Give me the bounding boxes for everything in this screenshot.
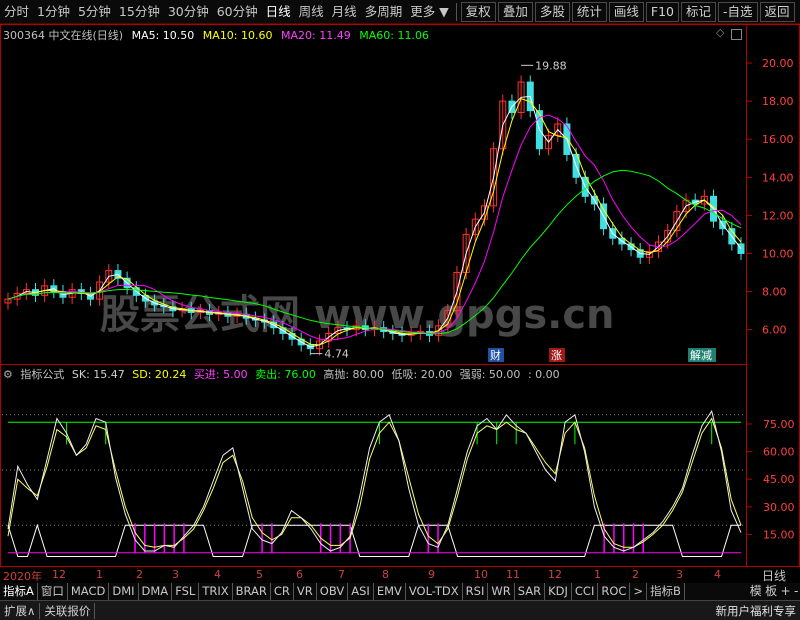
month-label: 2 [632, 568, 639, 581]
extra-readout: : 0.00 [527, 368, 560, 381]
indicator-tick-label: 60.00 [763, 446, 795, 459]
expand-button[interactable]: 扩展∧ [0, 602, 41, 619]
strength-band-line [7, 523, 741, 557]
tab-kdj-17[interactable]: KDJ [545, 583, 572, 600]
price-tick-label: 18.00 [762, 95, 794, 108]
month-label: 11 [506, 568, 520, 581]
window-box-icon[interactable] [731, 29, 742, 40]
sk-readout: SK: 15.47 [71, 368, 125, 381]
status-bar: 扩展∧ 关联报价 新用户福利专享 [0, 600, 800, 620]
tab-a-0[interactable]: 指标A [0, 583, 38, 600]
diamond-icon[interactable]: ◇ [716, 26, 724, 39]
strength-readout: 强弱: 50.00 [459, 368, 521, 381]
stock-title: 300364 中文在线(日线) [3, 29, 124, 42]
price-tick-label: 20.00 [762, 57, 794, 70]
month-label: 9 [428, 568, 435, 581]
high-readout: 高抛: 80.00 [323, 368, 385, 381]
tab-voltdx-13[interactable]: VOL-TDX [405, 583, 463, 600]
sell-signal-line [8, 421, 741, 445]
event-marker: 涨 [551, 349, 562, 362]
indicator-tick-label: 15.00 [763, 528, 795, 541]
zoom-controls: 模板 + - [748, 583, 800, 600]
tab-brar-7[interactable]: BRAR [232, 583, 271, 600]
tab-fsl-5[interactable]: FSL [172, 583, 200, 600]
tab--1[interactable]: 窗口 [37, 583, 68, 600]
tab-vr-9[interactable]: VR [293, 583, 317, 600]
related-quote-button[interactable]: 关联报价 [40, 602, 96, 619]
indicator-tabs: 指标A 窗口 MACD DMI DMA FSL TRIX BRAR CR VR OBV ASI EMV V… [0, 583, 800, 600]
event-marker: 财 [490, 348, 501, 362]
zoom-control-0[interactable]: 模 [750, 583, 762, 600]
month-label: 3 [676, 568, 683, 581]
month-label: 8 [382, 568, 389, 581]
month-label: 10 [474, 568, 488, 581]
buy-readout: 买进: 5.00 [193, 368, 248, 381]
tab-dma-4[interactable]: DMA [138, 583, 173, 600]
tab-macd-2[interactable]: MACD [67, 583, 110, 600]
month-label: 4 [214, 568, 221, 581]
month-label: 6 [296, 568, 303, 581]
month-label: 3 [172, 568, 179, 581]
month-label: 4 [714, 568, 721, 581]
tab-wr-15[interactable]: WR [488, 583, 515, 600]
year-label: 2020年 [3, 570, 42, 583]
price-tick-label: 6.00 [762, 324, 787, 337]
tab--20[interactable]: > [630, 583, 648, 600]
main-chart-header: 300364 中文在线(日线) MA5: 10.50 MA10: 10.60 M… [3, 27, 434, 43]
tab-roc-19[interactable]: ROC [598, 583, 631, 600]
price-tick-label: 14.00 [762, 171, 794, 184]
zoom-control-3[interactable]: - [794, 583, 798, 600]
tab-asi-11[interactable]: ASI [348, 583, 374, 600]
zoom-control-2[interactable]: + [781, 583, 791, 600]
period-label: 日线 [761, 569, 786, 583]
ma5-readout: MA5: 10.50 [131, 29, 195, 42]
month-label: 2 [136, 568, 143, 581]
month-label: 12 [52, 568, 66, 581]
zoom-control-1[interactable]: 板 [765, 583, 777, 600]
month-label: 12 [548, 568, 562, 581]
low-label: 4.74 [324, 348, 349, 361]
tab-sar-16[interactable]: SAR [514, 583, 546, 600]
sell-readout: 卖出: 76.00 [255, 368, 316, 381]
sd-line [7, 417, 742, 548]
tab-emv-12[interactable]: EMV [373, 583, 406, 600]
indicator-tick-label: 45.00 [763, 473, 795, 486]
month-label: 7 [338, 568, 345, 581]
tab-cci-18[interactable]: CCI [571, 583, 599, 600]
event-marker: 解减 [690, 348, 712, 362]
indicator-header: ⚙ 指标公式 SK: 15.47 SD: 20.24 买进: 5.00 卖出: … [3, 366, 564, 382]
indicator-tick-label: 75.00 [763, 418, 795, 431]
ma10-readout: MA10: 10.60 [202, 29, 273, 42]
watermark: 股票公式网 www.gpgs.cn [100, 292, 615, 338]
indicator-name[interactable]: 指标公式 [20, 368, 64, 381]
promo-link[interactable]: 新用户福利专享 [716, 603, 800, 619]
month-label: 5 [256, 568, 263, 581]
month-label: 1 [594, 568, 601, 581]
price-tick-label: 8.00 [762, 286, 787, 299]
date-axis: 2020年 12 1 2 3 4 5 6 7 8 9 10 11 12 1 2 3 4 [0, 567, 748, 583]
price-tick-label: 16.00 [762, 133, 794, 146]
tab-obv-10[interactable]: OBV [316, 583, 349, 600]
price-tick-label: 12.00 [762, 209, 794, 222]
ma60-readout: MA60: 11.06 [359, 29, 429, 42]
tab-dmi-3[interactable]: DMI [109, 583, 139, 600]
low-readout: 低吸: 20.00 [391, 368, 453, 381]
indicator-panel-frame [0, 364, 747, 567]
tab-b-21[interactable]: 指标B [647, 583, 685, 600]
tab-cr-8[interactable]: CR [270, 583, 294, 600]
indicator-tick-label: 30.00 [763, 501, 795, 514]
high-label: 19.88 [535, 59, 567, 72]
ma20-readout: MA20: 11.49 [281, 29, 351, 42]
price-tick-label: 10.00 [762, 247, 794, 260]
sd-readout: SD: 20.24 [132, 368, 187, 381]
stock-chart[interactable]: 20.0018.0016.0014.0012.0010.008.006.0075… [0, 0, 800, 620]
settings-icon[interactable]: ⚙ [3, 368, 13, 381]
month-label: 1 [96, 568, 103, 581]
tab-trix-6[interactable]: TRIX [199, 583, 233, 600]
tab-rsi-14[interactable]: RSI [462, 583, 489, 600]
